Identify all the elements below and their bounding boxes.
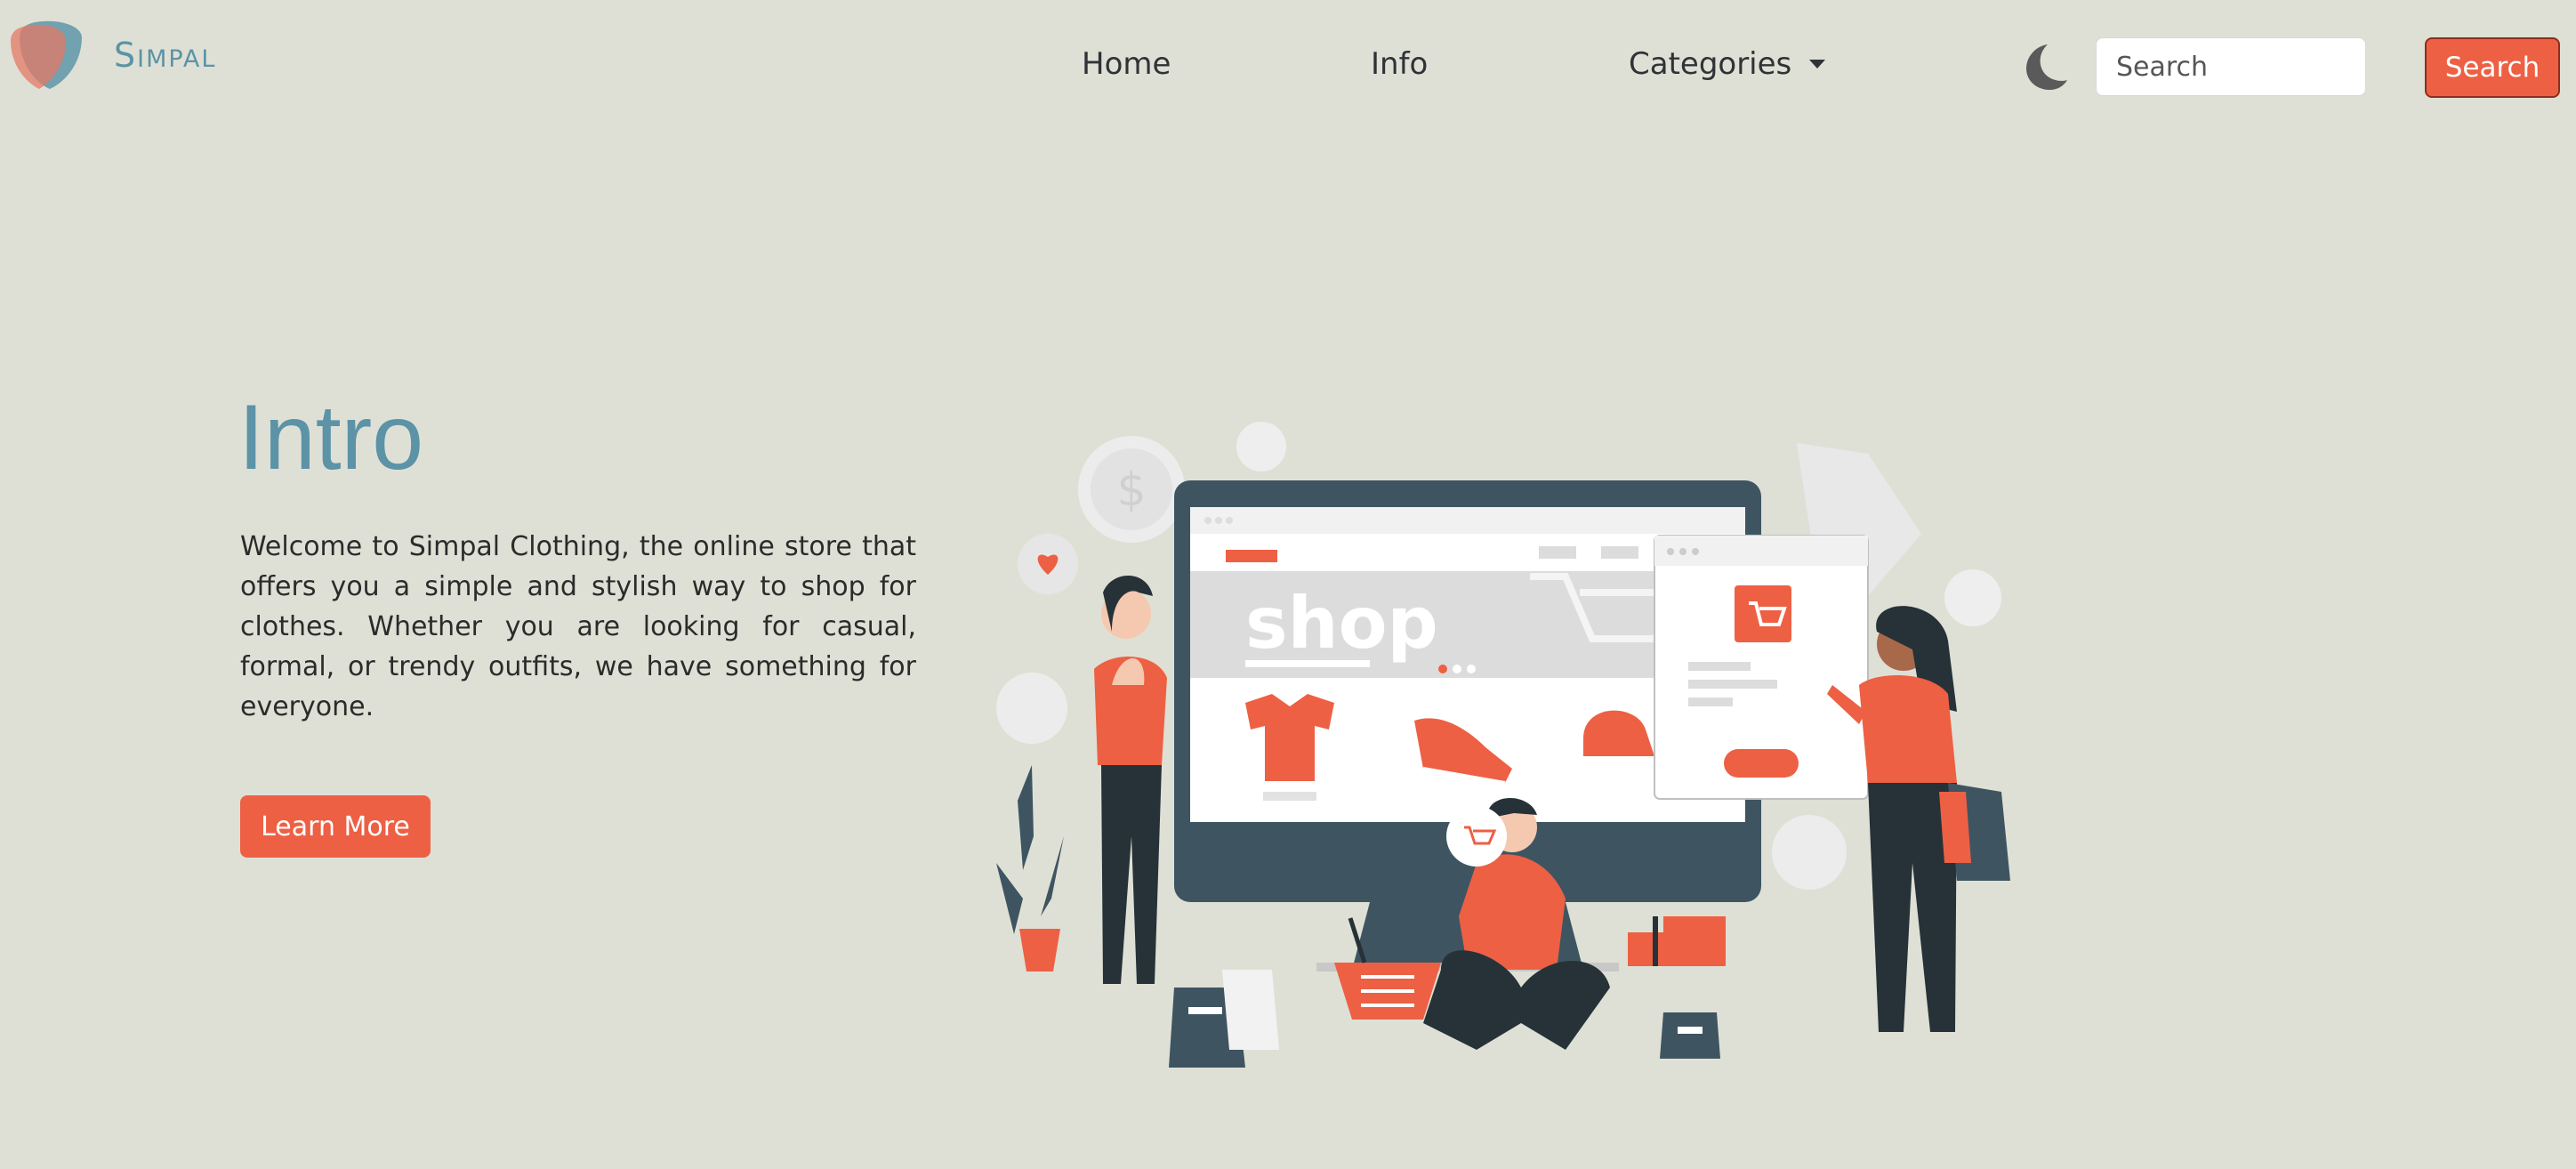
- nav-categories-dropdown[interactable]: Categories: [1629, 46, 1826, 82]
- moon-icon[interactable]: [2017, 41, 2069, 93]
- nav-home-link[interactable]: Home: [1082, 46, 1171, 82]
- navbar: Simpal Home Info Categories Search: [0, 0, 2576, 133]
- shop-screen-text: shop: [1245, 582, 1438, 665]
- search-input[interactable]: [2096, 37, 2366, 96]
- brand[interactable]: Simpal: [7, 18, 216, 93]
- search-button[interactable]: Search: [2425, 37, 2560, 98]
- hero-title: Intro: [238, 386, 424, 489]
- online-shopping-illustration: $ shop: [996, 422, 2010, 1068]
- shield-logo-icon: [11, 20, 82, 90]
- hero-description: Welcome to Simpal Clothing, the online s…: [240, 531, 916, 722]
- brand-name: Simpal: [114, 36, 217, 75]
- caret-down-icon: [1809, 60, 1826, 69]
- nav-info-link[interactable]: Info: [1371, 46, 1428, 82]
- learn-more-button[interactable]: Learn More: [240, 795, 431, 858]
- svg-text:$: $: [1116, 464, 1146, 517]
- nav-categories-label: Categories: [1629, 46, 1792, 82]
